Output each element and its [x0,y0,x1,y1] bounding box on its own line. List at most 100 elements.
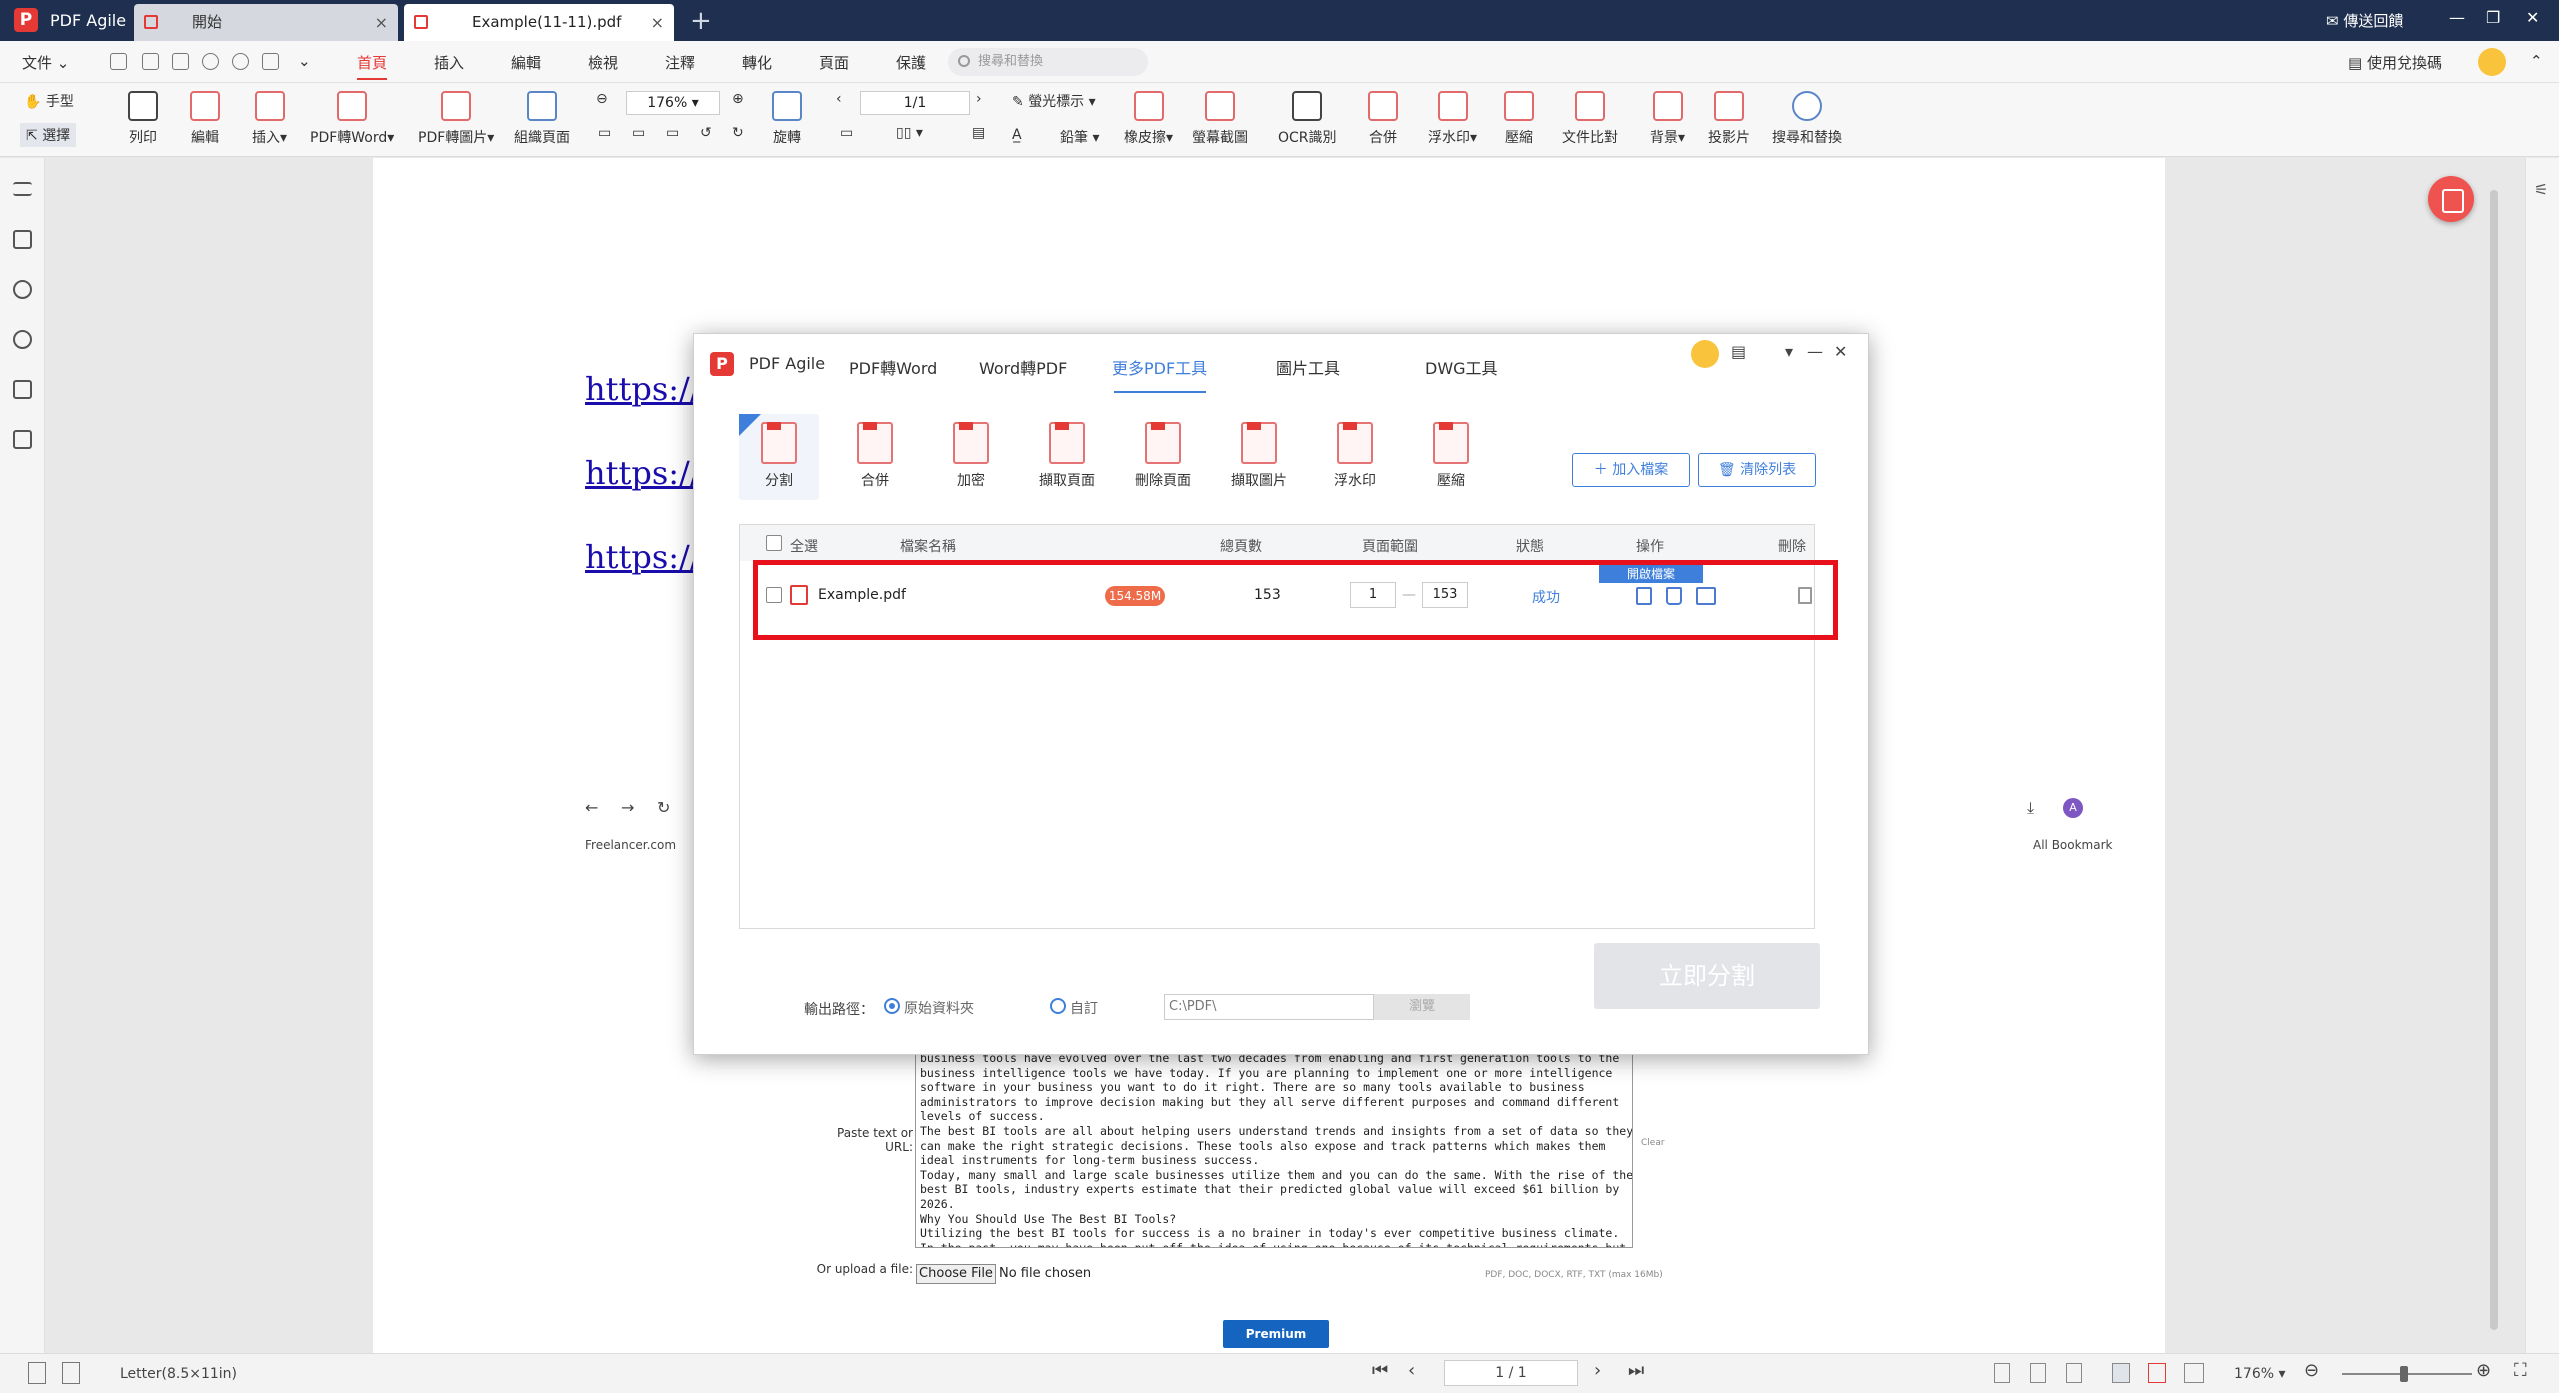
view-mode-icon[interactable] [1994,1363,2010,1383]
restore-window-button[interactable]: ❐ [2486,8,2500,27]
user-avatar[interactable] [1691,340,1719,368]
menu-annotate[interactable]: 注釋 [665,52,695,73]
dialog-close-button[interactable]: ✕ [1834,342,1847,361]
merge-tool[interactable]: 合併 [1368,91,1398,147]
page-thumbnail-icon[interactable] [28,1362,46,1384]
tab-dwg-tools[interactable]: DWG工具 [1425,355,1498,379]
menu-page[interactable]: 頁面 [819,52,849,73]
tab-document-close-icon[interactable]: × [651,4,664,41]
thumbnails-icon[interactable] [13,230,32,249]
zoom-in-icon[interactable]: ⊕ [2476,1360,2491,1381]
compress-tool[interactable]: 壓縮 [1504,91,1534,147]
page-number-input[interactable]: 1/1 [860,91,970,115]
organize-pages-tool[interactable]: 組織頁面 [514,91,570,147]
home-icon[interactable] [262,53,279,70]
tool-extract-images[interactable]: 擷取圖片 [1219,414,1299,490]
previous-page-icon[interactable]: ‹ [836,91,842,107]
output-path-input[interactable]: C:\PDF\ [1164,994,1374,1020]
fullscreen-icon[interactable]: ⛶ [2514,1360,2527,1381]
text-color-icon[interactable]: A̲ [1012,127,1022,143]
tool-watermark[interactable]: 浮水印 [1315,414,1395,490]
two-page-view-icon[interactable]: ▯▯ ▾ [896,125,923,141]
menu-protect[interactable]: 保護 [896,52,926,73]
tool-split[interactable]: 分割 [739,414,819,500]
dialog-minimize-button[interactable]: — [1807,342,1823,361]
collapse-ribbon-icon[interactable]: ⌃ [2530,52,2543,70]
attachment-icon[interactable] [13,380,32,399]
two-page-icon[interactable] [2184,1363,2204,1383]
search-icon[interactable] [13,330,32,349]
message-icon[interactable]: ▤ [1731,342,1746,361]
zoom-slider-thumb[interactable] [2400,1366,2408,1382]
signature-icon[interactable] [13,280,32,299]
tab-more-pdf-tools[interactable]: 更多PDF工具 [1112,355,1207,379]
pencil-tool[interactable]: 鉛筆 ▾ [1060,127,1099,147]
rotate-left-icon[interactable]: ↺ [700,125,712,141]
document-info-icon[interactable] [13,430,32,449]
rotate-right-icon[interactable]: ↻ [732,125,744,141]
menu-convert[interactable]: 轉化 [742,52,772,73]
tab-document[interactable]: Example(11-11).pdf × [404,4,674,41]
menu-home[interactable]: 首頁 [357,52,388,80]
single-page-icon[interactable] [2112,1363,2130,1383]
minimize-window-button[interactable]: — [2449,8,2465,27]
browse-button[interactable]: 瀏覽 [1374,994,1470,1020]
menu-icon[interactable] [13,182,32,196]
custom-folder-radio[interactable] [1050,998,1066,1014]
view-mode-icon[interactable] [2030,1363,2046,1383]
single-page-view-icon[interactable]: ▭ [840,125,853,141]
clear-list-button[interactable]: 🗑 清除列表 [1698,453,1816,487]
screenshot-tool[interactable]: 螢幕截圖 [1192,91,1248,147]
tab-home-close-icon[interactable]: × [375,4,388,41]
tab-image-tools[interactable]: 圖片工具 [1276,355,1340,379]
tool-extract-pages[interactable]: 擷取頁面 [1027,414,1107,490]
first-page-icon[interactable]: ⏮ [1372,1360,1388,1381]
print-icon[interactable] [172,53,189,70]
fit-page-icon[interactable]: ▭ [598,125,611,141]
pdf-to-image-tool[interactable]: PDF轉圖片▾ [418,91,494,147]
rotate-tool[interactable]: 旋轉 [772,91,802,147]
slideshow-tool[interactable]: 投影片 [1708,91,1750,147]
compare-tool[interactable]: 文件比對 [1562,91,1618,147]
next-page-icon[interactable]: › [1594,1360,1601,1381]
zoom-out-icon[interactable]: ⊖ [596,91,608,107]
menu-view[interactable]: 檢視 [588,52,618,73]
previous-page-icon[interactable]: ‹ [1408,1360,1415,1381]
ocr-tool[interactable]: OCR識別 [1278,91,1337,147]
redeem-button[interactable]: ▤ 使用兌換碼 [2348,52,2442,73]
add-file-button[interactable]: ＋ 加入檔案 [1572,453,1690,487]
undo-icon[interactable] [202,53,219,70]
zoom-level[interactable]: 176% ▾ [2234,1366,2286,1382]
tab-pdf-to-word[interactable]: PDF轉Word [849,355,937,379]
next-page-icon[interactable]: › [976,91,982,107]
menu-insert[interactable]: 插入 [434,52,464,73]
quick-access-dropdown-icon[interactable]: ⌄ [298,52,311,70]
original-folder-radio[interactable] [884,998,900,1014]
floating-convert-button[interactable] [2428,176,2474,222]
eraser-tool[interactable]: 橡皮擦▾ [1124,91,1173,147]
print-tool[interactable]: 列印 [128,91,158,147]
new-tab-button[interactable]: + [690,6,712,36]
tab-word-to-pdf[interactable]: Word轉PDF [979,355,1067,379]
split-now-button[interactable]: 立即分割 [1594,943,1820,1009]
menu-edit[interactable]: 編輯 [511,52,541,73]
dialog-menu-icon[interactable]: ▾ [1785,342,1793,361]
user-avatar[interactable] [2478,48,2506,76]
fit-width-icon[interactable]: ▭ [632,125,645,141]
zoom-in-icon[interactable]: ⊕ [732,91,744,107]
hand-tool[interactable]: ✋ 手型 [24,91,74,111]
vertical-scrollbar[interactable] [2490,190,2498,1330]
tab-home[interactable]: 開始 × [134,4,398,41]
actual-size-icon[interactable]: ▭ [666,125,679,141]
settings-sliders-icon[interactable]: ⚟ [2534,180,2548,199]
edit-tool[interactable]: 編輯 [190,91,220,147]
redo-icon[interactable] [232,53,249,70]
tool-encrypt[interactable]: 加密 [931,414,1011,490]
view-mode-icon[interactable] [2066,1363,2082,1383]
page-layout-icon[interactable] [62,1362,80,1384]
tool-merge[interactable]: 合併 [835,414,915,490]
pdf-to-word-tool[interactable]: PDF轉Word▾ [310,91,394,147]
open-icon[interactable] [110,53,127,70]
save-icon[interactable] [142,53,159,70]
tool-compress[interactable]: 壓縮 [1411,414,1491,490]
